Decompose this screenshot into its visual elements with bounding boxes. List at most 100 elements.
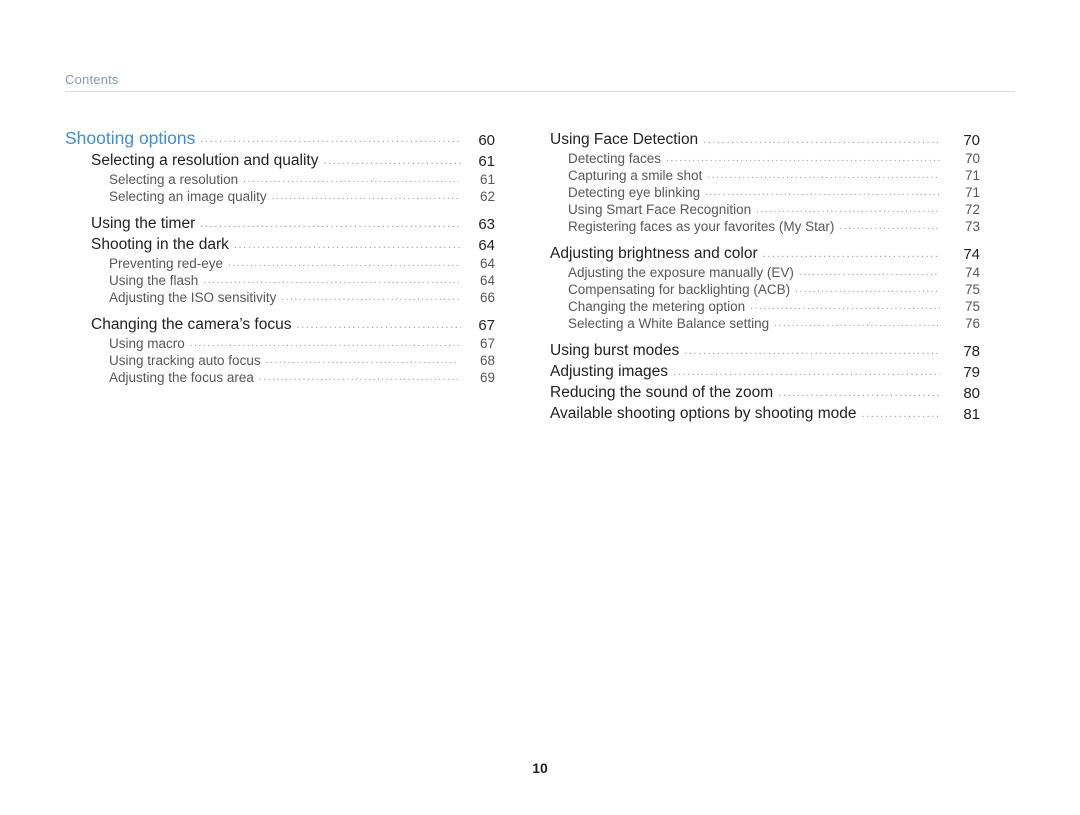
toc-entry-page: 73 [964, 219, 980, 234]
toc-entry[interactable]: Shooting options........................… [65, 128, 495, 149]
toc-entry-page: 70 [963, 132, 980, 149]
toc-leader-dots: ........................................… [756, 205, 940, 215]
toc-entry[interactable]: Registering faces as your favorites (My … [550, 219, 980, 234]
toc-entry[interactable]: Detecting eye blinking..................… [550, 185, 980, 200]
toc-entry-page: 72 [964, 202, 980, 217]
toc-entry-page: 71 [964, 185, 980, 200]
toc-entry[interactable]: Capturing a smile shot..................… [550, 168, 980, 183]
toc-entry[interactable]: Selecting a resolution..................… [65, 172, 495, 187]
toc-entry-title: Detecting eye blinking [568, 185, 701, 200]
toc-entry[interactable]: Adjusting the ISO sensitivity...........… [65, 290, 495, 305]
toc-leader-dots: ........................................… [861, 409, 940, 420]
toc-entry[interactable]: Preventing red-eye......................… [65, 256, 495, 271]
toc-entry-page: 74 [963, 246, 980, 263]
toc-entry-title: Reducing the sound of the zoom [550, 384, 774, 401]
toc-leader-dots: ........................................… [296, 320, 461, 331]
toc-entry[interactable]: Selecting an image quality..............… [65, 189, 495, 204]
toc-leader-dots: ........................................… [189, 339, 459, 349]
toc-entry[interactable]: Adjusting brightness and color..........… [550, 245, 980, 263]
toc-spacer [550, 331, 980, 339]
toc-leader-dots: ........................................… [839, 222, 940, 232]
toc-entry-page: 75 [964, 282, 980, 297]
toc-entry-page: 78 [963, 343, 980, 360]
toc-leader-dots: ........................................… [271, 192, 459, 202]
toc-entry-page: 64 [479, 273, 495, 288]
toc-entry[interactable]: Shooting in the dark....................… [65, 236, 495, 254]
toc-entry-title: Changing the metering option [568, 299, 746, 314]
toc-entry-page: 75 [964, 299, 980, 314]
toc-leader-dots: ........................................… [281, 293, 459, 303]
toc-entry-title: Available shooting options by shooting m… [550, 405, 857, 422]
toc-entry-page: 80 [963, 385, 980, 402]
toc-entry-title: Using macro [109, 336, 185, 351]
toc-entry[interactable]: Selecting a resolution and quality......… [65, 152, 495, 170]
header-divider [65, 91, 1015, 92]
page-footer: 10 [0, 760, 1080, 778]
toc-entry[interactable]: Using the timer.........................… [65, 215, 495, 233]
toc-entry-title: Adjusting images [550, 363, 669, 380]
header-label: Contents [65, 72, 119, 87]
toc-entry[interactable]: Using macro.............................… [65, 336, 495, 351]
toc-entry-title: Compensating for backlighting (ACB) [568, 282, 791, 297]
toc-entry-page: 71 [964, 168, 980, 183]
toc-entry[interactable]: Using the flash.........................… [65, 273, 495, 288]
toc-entry-page: 64 [478, 237, 495, 254]
toc-entry-page: 62 [479, 189, 495, 204]
toc-leader-dots: ........................................… [323, 156, 461, 167]
toc-entry-page: 79 [963, 364, 980, 381]
toc-entry-page: 81 [963, 406, 980, 423]
toc-entry-title: Adjusting the exposure manually (EV) [568, 265, 794, 280]
toc-leader-dots: ........................................… [703, 135, 940, 146]
toc-entry[interactable]: Selecting a White Balance setting.......… [550, 316, 980, 331]
toc-leader-dots: ........................................… [666, 154, 940, 164]
toc-leader-dots: ........................................… [778, 388, 940, 399]
toc-entry[interactable]: Using Face Detection....................… [550, 131, 980, 149]
toc-entry-page: 61 [478, 153, 495, 170]
toc-leader-dots: ........................................… [795, 285, 940, 295]
toc-entry-page: 63 [478, 216, 495, 233]
toc-entry-title: Using Face Detection [550, 131, 699, 148]
toc-entry[interactable]: Adjusting the exposure manually (EV)....… [550, 265, 980, 280]
toc-entry-title: Selecting a White Balance setting [568, 316, 770, 331]
toc-spacer [65, 204, 495, 212]
toc-entry-title: Using tracking auto focus [109, 353, 261, 368]
toc-entry-page: 69 [479, 370, 495, 385]
toc-entry[interactable]: Available shooting options by shooting m… [550, 405, 980, 423]
toc-entry-title: Shooting options [65, 128, 196, 148]
toc-leader-dots: ........................................… [684, 346, 940, 357]
toc-leader-dots: ........................................… [705, 188, 940, 198]
toc-entry-page: 74 [964, 265, 980, 280]
page-number: 10 [532, 760, 548, 776]
toc-entry-page: 60 [478, 132, 495, 149]
toc-entry[interactable]: Detecting faces.........................… [550, 151, 980, 166]
toc-entry-title: Adjusting the ISO sensitivity [109, 290, 277, 305]
toc-entry-title: Selecting an image quality [109, 189, 267, 204]
toc-entry-page: 64 [479, 256, 495, 271]
toc-leader-dots: ........................................… [243, 175, 459, 185]
toc-entry-title: Detecting faces [568, 151, 662, 166]
toc-entry-title: Adjusting the focus area [109, 370, 254, 385]
toc-entry-title: Shooting in the dark [91, 236, 229, 253]
toc-entry[interactable]: Using Smart Face Recognition............… [550, 202, 980, 217]
toc-entry[interactable]: Compensating for backlighting (ACB).....… [550, 282, 980, 297]
toc-entry-title: Using the flash [109, 273, 199, 288]
toc-column-right: Using Face Detection....................… [550, 128, 980, 423]
toc-entry-title: Selecting a resolution and quality [91, 152, 319, 169]
toc-columns: Shooting options........................… [0, 128, 1080, 423]
toc-leader-dots: ........................................… [258, 373, 459, 383]
toc-leader-dots: ........................................… [798, 268, 940, 278]
document-page: Contents Shooting options...............… [0, 0, 1080, 815]
toc-entry-page: 61 [479, 172, 495, 187]
toc-entry[interactable]: Adjusting the focus area................… [65, 370, 495, 385]
toc-column-left: Shooting options........................… [65, 128, 495, 423]
toc-entry[interactable]: Changing the metering option............… [550, 299, 980, 314]
toc-entry[interactable]: Using burst modes.......................… [550, 342, 980, 360]
toc-entry[interactable]: Using tracking auto focus...............… [65, 353, 495, 368]
toc-entry-page: 67 [478, 317, 495, 334]
toc-entry[interactable]: Adjusting images........................… [550, 363, 980, 381]
toc-leader-dots: ........................................… [233, 240, 461, 251]
toc-entry[interactable]: Reducing the sound of the zoom..........… [550, 384, 980, 402]
toc-leader-dots: ........................................… [673, 367, 940, 378]
toc-entry-page: 66 [479, 290, 495, 305]
toc-entry[interactable]: Changing the camera’s focus.............… [65, 316, 495, 334]
